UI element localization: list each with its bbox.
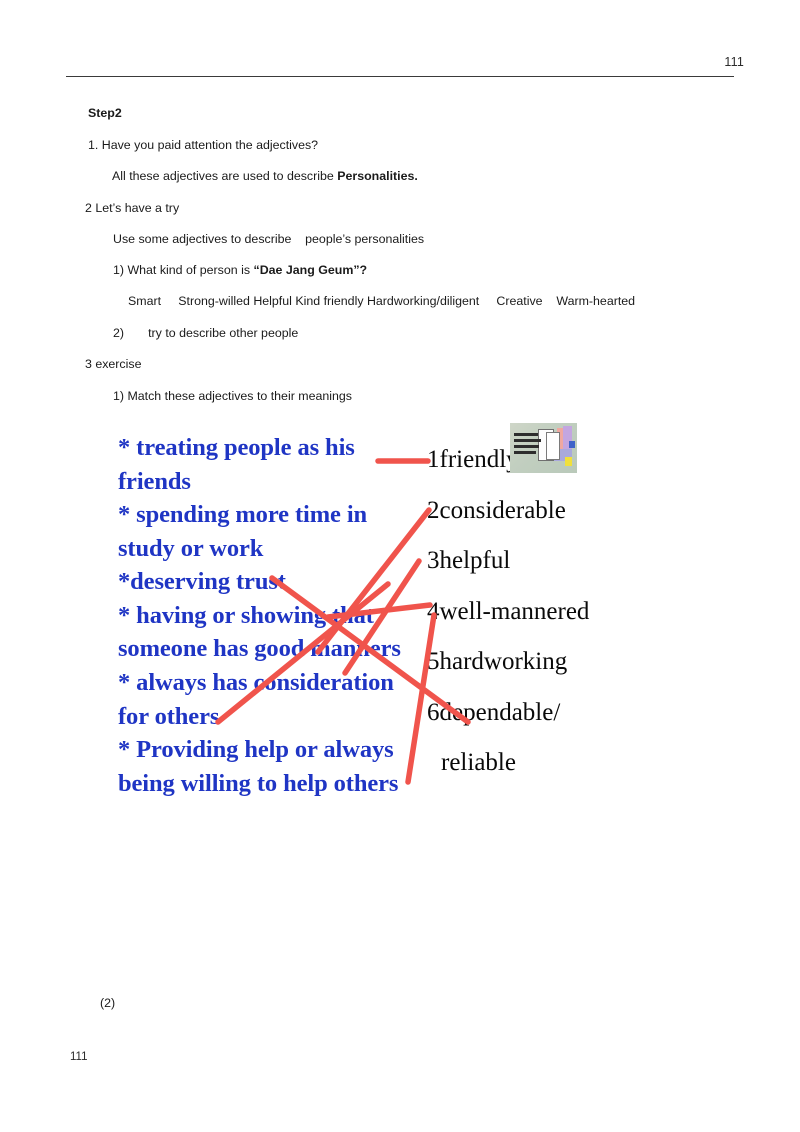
document-text-line: All these adjectives are used to describ… xyxy=(112,169,418,184)
text-run: Smart Strong-willed Helpful Kind friendl… xyxy=(128,294,636,308)
text-run: 1. Have you paid attention the adjective… xyxy=(88,138,319,152)
adjective-item[interactable]: 3helpful xyxy=(427,548,667,599)
text-run-emphasis: “Dae Jang Geum”? xyxy=(253,263,368,277)
text-run: Step2 xyxy=(88,106,122,120)
text-run: 2 Let’s have a try xyxy=(85,201,180,215)
adjective-item[interactable]: 2considerable xyxy=(427,498,667,549)
document-text-line: 2 Let’s have a try xyxy=(85,201,179,216)
document-text-line: Smart Strong-willed Helpful Kind friendl… xyxy=(128,294,635,309)
document-text-line: 3 exercise xyxy=(85,357,141,372)
document-text-line: 1) Match these adjectives to their meani… xyxy=(113,389,352,404)
text-run: All these adjectives are used to describ… xyxy=(112,169,338,183)
slide-number: (2) xyxy=(100,996,116,1010)
document-text-line: Use some adjectives to describe people’s… xyxy=(113,232,424,247)
clipart-swatch-blue xyxy=(569,441,575,448)
text-run: 1) Match these adjectives to their meani… xyxy=(113,389,352,403)
document-text-line: 1) What kind of person is “Dae Jang Geum… xyxy=(113,263,367,278)
header-rule xyxy=(66,76,734,77)
definition-item[interactable]: * always has consideration for others xyxy=(118,666,418,733)
clipart-swatch-yellow xyxy=(565,457,572,466)
definition-item[interactable]: * spending more time in study or work xyxy=(118,498,418,565)
document-text-line: 1. Have you paid attention the adjective… xyxy=(88,138,318,153)
header-page-number: 111 xyxy=(724,55,744,69)
matching-exercise: * treating people as his friends * spendi… xyxy=(0,415,800,805)
adjective-item[interactable]: 5hardworking xyxy=(427,649,667,700)
footer-page-number: 111 xyxy=(70,1051,88,1063)
clipart-speed-line xyxy=(514,433,538,436)
printer-document-clipart xyxy=(510,423,577,473)
definition-item[interactable]: * treating people as his friends xyxy=(118,431,418,498)
definition-item[interactable]: *deserving trust xyxy=(118,565,418,599)
text-run: 1) What kind of person is xyxy=(113,263,254,277)
definition-item[interactable]: * having or showing that someone has goo… xyxy=(118,599,418,666)
clipart-speed-line xyxy=(514,445,539,448)
document-text-line: Step2 xyxy=(88,106,122,121)
text-run-emphasis: Personalities. xyxy=(337,169,418,183)
adjective-item[interactable]: 4well-mannered xyxy=(427,599,667,650)
adjective-item[interactable]: reliable xyxy=(427,750,667,801)
text-run: Use some adjectives to describe people’s… xyxy=(113,232,425,246)
definition-item[interactable]: * Providing help or always being willing… xyxy=(118,733,418,800)
clipart-speed-line xyxy=(514,451,536,454)
adjectives-column: 1friendly 2considerable 3helpful 4well-mann… xyxy=(427,447,667,801)
adjective-item[interactable]: 6dependable/ xyxy=(427,700,667,751)
text-run: 3 exercise xyxy=(85,357,142,371)
document-page: 111 Step2 1. Have you paid attention the … xyxy=(0,0,800,1132)
clipart-speed-line xyxy=(514,439,541,442)
text-run: 2) try to describe other people xyxy=(113,326,299,340)
document-text-line: 2) try to describe other people xyxy=(113,326,298,341)
clipart-page-front xyxy=(546,432,560,460)
definitions-column: * treating people as his friends * spendi… xyxy=(118,431,418,800)
